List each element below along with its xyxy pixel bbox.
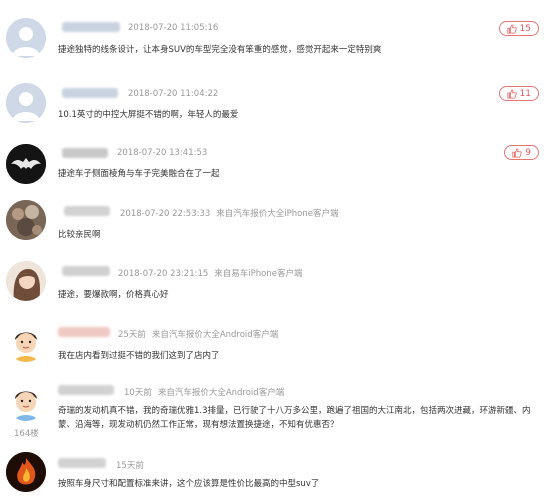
comment-meta: 15天前 — [116, 459, 144, 471]
fire-avatar-icon — [6, 452, 46, 492]
comment-time: 15天前 — [116, 461, 144, 471]
user-avatar[interactable] — [6, 452, 46, 492]
comment-item: 15天前 按照车身尺寸和配置标准来讲，这个应该算是性价比最高的中型suv了 — [0, 0, 551, 501]
username[interactable] — [58, 458, 106, 468]
comment-text: 按照车身尺寸和配置标准来讲，这个应该算是性价比最高的中型suv了 — [58, 479, 320, 489]
